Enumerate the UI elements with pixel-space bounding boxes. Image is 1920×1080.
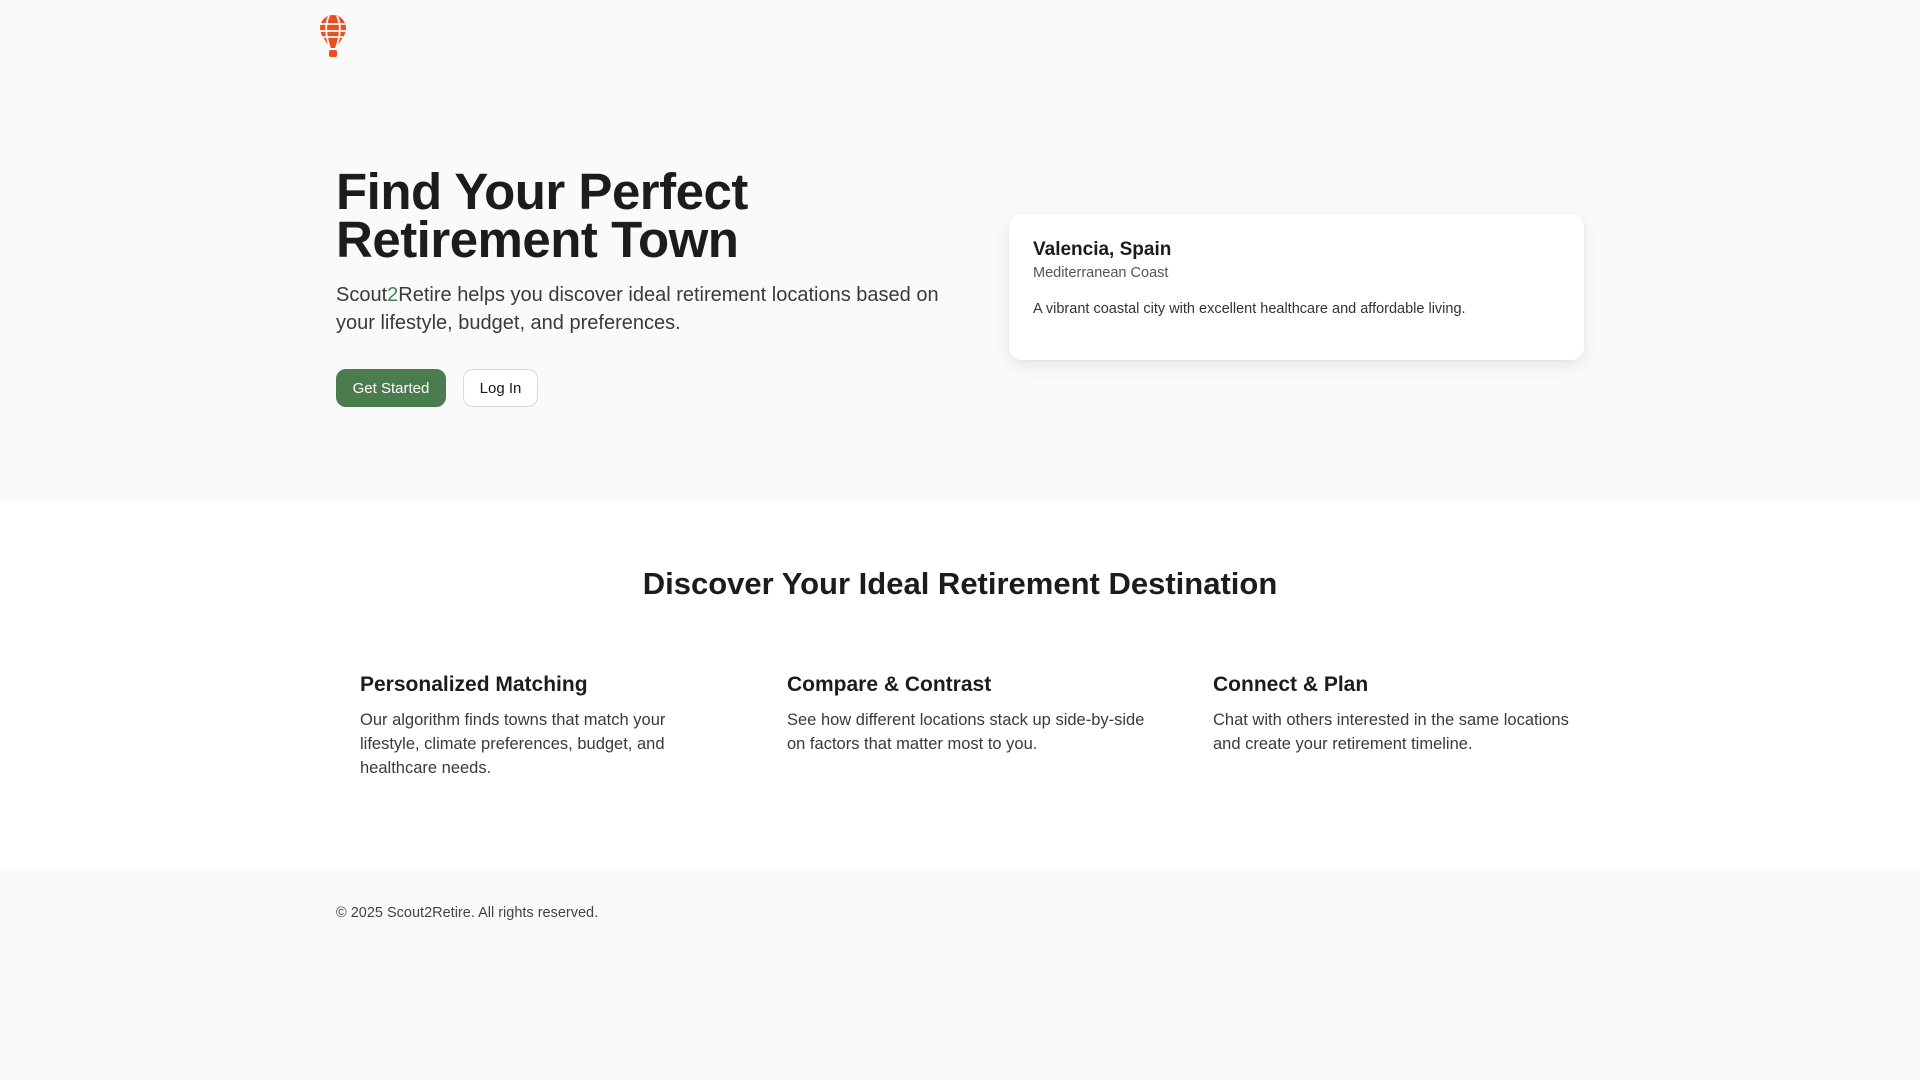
hero-title: Find Your Perfect Retirement Town bbox=[336, 166, 976, 265]
hot-air-balloon-icon[interactable] bbox=[317, 14, 349, 58]
feature-connect-plan: Connect & Plan Chat with others interest… bbox=[1213, 672, 1573, 756]
feature-title: Personalized Matching bbox=[360, 673, 588, 696]
town-name: Valencia, Spain bbox=[1033, 239, 1172, 260]
get-started-button[interactable]: Get Started bbox=[336, 369, 446, 407]
subtitle-brand-prefix: Scout bbox=[336, 284, 388, 306]
town-region: Mediterranean Coast bbox=[1033, 265, 1169, 281]
feature-title: Connect & Plan bbox=[1213, 673, 1369, 696]
feature-description: See how different locations stack up sid… bbox=[787, 711, 1145, 753]
login-button[interactable]: Log In bbox=[463, 369, 538, 407]
feature-description: Chat with others interested in the same … bbox=[1213, 711, 1569, 753]
hero-buttons: Get Started Log In bbox=[336, 369, 976, 407]
subtitle-body: Retire helps you discover ideal retireme… bbox=[336, 284, 939, 334]
site-header bbox=[0, 0, 1920, 70]
feature-personalized-matching: Personalized Matching Our algorithm find… bbox=[360, 672, 720, 780]
feature-title: Compare & Contrast bbox=[787, 673, 992, 696]
features-section: Discover Your Ideal Retirement Destinati… bbox=[0, 502, 1920, 870]
feature-compare-contrast: Compare & Contrast See how different loc… bbox=[787, 672, 1147, 756]
copyright-text: © 2025 Scout2Retire. All rights reserved… bbox=[336, 905, 599, 921]
feature-description: Our algorithm finds towns that match you… bbox=[360, 711, 666, 777]
town-card[interactable]: Valencia, Spain Mediterranean Coast A vi… bbox=[1009, 214, 1584, 360]
subtitle-brand-two: 2 bbox=[387, 284, 399, 306]
features-title: Discover Your Ideal Retirement Destinati… bbox=[642, 566, 1278, 601]
town-description: A vibrant coastal city with excellent he… bbox=[1033, 301, 1466, 317]
hero-subtitle: Scout2Retire helps you discover ideal re… bbox=[336, 281, 976, 337]
site-footer: © 2025 Scout2Retire. All rights reserved… bbox=[0, 870, 1920, 1080]
hero-content: Find Your Perfect Retirement Town Scout2… bbox=[336, 166, 976, 407]
hero-section: Find Your Perfect Retirement Town Scout2… bbox=[0, 70, 1920, 502]
hero-title-line2: Retirement Town bbox=[336, 211, 739, 268]
